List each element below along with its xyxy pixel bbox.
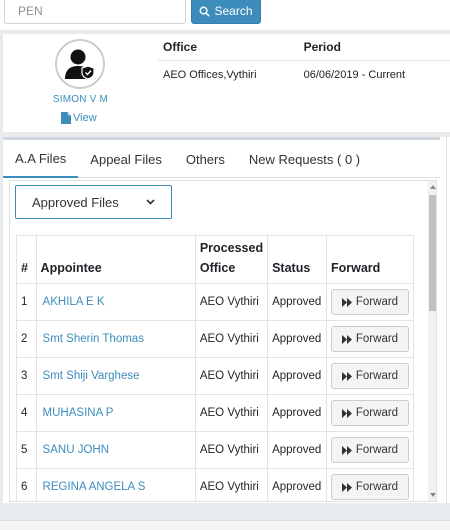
tab-appeal-files[interactable]: Appeal Files bbox=[78, 140, 174, 178]
forward-button[interactable]: Forward bbox=[330, 400, 409, 426]
row-status: Approved bbox=[267, 320, 327, 358]
forward-button-label: Forward bbox=[355, 370, 399, 382]
col-header-appointee: Appointee bbox=[35, 235, 196, 284]
col-header-forward: Forward bbox=[325, 235, 415, 284]
fast-forward-icon bbox=[341, 297, 352, 307]
col-header-processed-office: Processed Office bbox=[194, 235, 269, 284]
posting-header-office: Office bbox=[158, 34, 299, 61]
file-icon bbox=[61, 112, 71, 124]
forward-button[interactable]: Forward bbox=[330, 437, 409, 463]
posting-office: AEO Offices,Vythiri bbox=[163, 69, 257, 82]
forward-button-label: Forward bbox=[355, 333, 399, 345]
row-office: AEO Vythiri bbox=[194, 320, 269, 358]
file-filter-value: Approved Files bbox=[32, 194, 119, 210]
view-label: View bbox=[73, 112, 97, 124]
col-header-office-line1: Processed bbox=[199, 241, 264, 255]
fast-forward-icon bbox=[341, 371, 352, 381]
forward-button-label: Forward bbox=[355, 481, 399, 493]
row-office: AEO Vythiri bbox=[194, 468, 269, 501]
search-icon bbox=[200, 6, 211, 17]
vertical-scrollbar[interactable] bbox=[428, 181, 436, 501]
col-header-num: # bbox=[16, 235, 37, 284]
forward-button[interactable]: Forward bbox=[330, 474, 409, 500]
tab-bar: A.A Files Appeal Files Others New Reques… bbox=[3, 140, 440, 178]
scroll-up-arrow-icon[interactable] bbox=[430, 185, 436, 189]
row-office: AEO Vythiri bbox=[194, 394, 269, 432]
row-office: AEO Vythiri bbox=[194, 431, 269, 469]
row-num: 5 bbox=[16, 431, 37, 469]
files-tab-panel: A.A Files Appeal Files Others New Reques… bbox=[3, 137, 440, 503]
files-table: # Appointee Processed Office Status Forwa… bbox=[16, 235, 415, 501]
row-num: 2 bbox=[16, 320, 37, 358]
row-status: Approved bbox=[267, 468, 327, 501]
row-num: 3 bbox=[16, 357, 37, 395]
row-office: AEO Vythiri bbox=[194, 357, 269, 395]
forward-button-label: Forward bbox=[355, 444, 399, 456]
chevron-down-icon bbox=[146, 199, 155, 205]
posting-row: AEO Offices,Vythiri 06/06/2019 - Current bbox=[158, 60, 450, 90]
row-forward-cell: Forward bbox=[325, 394, 415, 432]
row-office: AEO Vythiri bbox=[194, 283, 269, 321]
table-row: 6 REGINA ANGELA S AEO Vythiri Approved F… bbox=[16, 468, 415, 501]
row-status: Approved bbox=[267, 431, 327, 469]
profile-card: SIMON V M View Office Period AEO Offices… bbox=[3, 34, 450, 132]
table-row: 3 Smt Shiji Varghese AEO Vythiri Approve… bbox=[16, 357, 415, 395]
fast-forward-icon bbox=[341, 334, 352, 344]
pen-search-input[interactable] bbox=[4, 0, 186, 24]
forward-button[interactable]: Forward bbox=[330, 363, 409, 389]
file-filter-select[interactable]: Approved Files bbox=[15, 185, 172, 219]
row-num: 1 bbox=[16, 283, 37, 321]
table-row: 5 SANU JOHN AEO Vythiri Approved Forward bbox=[16, 431, 415, 469]
forward-button-label: Forward bbox=[355, 296, 399, 308]
fast-forward-icon bbox=[341, 408, 352, 418]
appointee-link[interactable]: REGINA ANGELA S bbox=[35, 468, 196, 501]
forward-button-label: Forward bbox=[355, 407, 399, 419]
tab-aa-files[interactable]: A.A Files bbox=[3, 140, 79, 178]
table-row: 1 AKHILA E K AEO Vythiri Approved Forwar… bbox=[16, 283, 415, 321]
posting-table: Office Period AEO Offices,Vythiri 06/06/… bbox=[158, 34, 450, 90]
forward-button[interactable]: Forward bbox=[330, 289, 409, 315]
fast-forward-icon bbox=[341, 482, 352, 492]
profile-summary: SIMON V M View bbox=[3, 34, 158, 132]
posting-header-period: Period bbox=[298, 34, 450, 61]
search-button-label: Search bbox=[214, 4, 253, 18]
forward-button[interactable]: Forward bbox=[330, 326, 409, 352]
appointee-link[interactable]: AKHILA E K bbox=[35, 283, 196, 321]
scrollbar-thumb[interactable] bbox=[429, 195, 436, 311]
avatar bbox=[55, 39, 105, 89]
tab-others[interactable]: Others bbox=[174, 140, 237, 178]
posting-period: 06/06/2019 - Current bbox=[303, 69, 406, 82]
appointee-link[interactable]: MUHASINA P bbox=[35, 394, 196, 432]
footer-strip bbox=[0, 520, 450, 530]
appointee-link[interactable]: Smt Shiji Varghese bbox=[35, 357, 196, 395]
fast-forward-icon bbox=[341, 445, 352, 455]
tab-new-requests[interactable]: New Requests ( 0 ) bbox=[237, 140, 372, 178]
appointee-link[interactable]: SANU JOHN bbox=[35, 431, 196, 469]
appointee-link[interactable]: Smt Sherin Thomas bbox=[35, 320, 196, 358]
row-num: 6 bbox=[16, 468, 37, 501]
row-status: Approved bbox=[267, 357, 327, 395]
row-forward-cell: Forward bbox=[325, 431, 415, 469]
view-profile-link[interactable]: View bbox=[61, 112, 97, 124]
side-panel-edge bbox=[440, 137, 450, 503]
table-row: 2 Smt Sherin Thomas AEO Vythiri Approved… bbox=[16, 320, 415, 358]
row-forward-cell: Forward bbox=[325, 320, 415, 358]
row-status: Approved bbox=[267, 283, 327, 321]
profile-name: SIMON V M bbox=[52, 94, 109, 105]
col-header-office-line2: Office bbox=[199, 261, 236, 275]
scroll-down-arrow-icon[interactable] bbox=[430, 493, 436, 497]
row-forward-cell: Forward bbox=[325, 357, 415, 395]
user-shield-icon bbox=[65, 49, 95, 80]
row-status: Approved bbox=[267, 394, 327, 432]
table-row: 4 MUHASINA P AEO Vythiri Approved Forwar… bbox=[16, 394, 415, 432]
row-num: 4 bbox=[16, 394, 37, 432]
search-bar: Search bbox=[0, 0, 450, 30]
row-forward-cell: Forward bbox=[325, 283, 415, 321]
search-button[interactable]: Search bbox=[191, 0, 261, 24]
files-scroll-container: Approved Files # Appointee Processed Offi… bbox=[9, 180, 437, 502]
col-header-status: Status bbox=[267, 235, 327, 284]
row-forward-cell: Forward bbox=[325, 468, 415, 501]
